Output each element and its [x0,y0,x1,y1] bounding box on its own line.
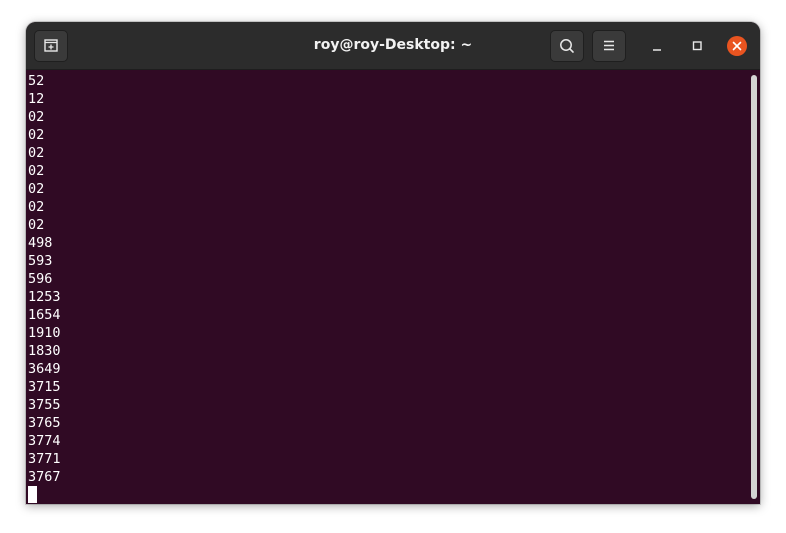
output-line: 596 [28,271,53,287]
output-line: 02 [28,127,45,143]
search-icon [560,39,574,53]
output-line: 02 [28,181,45,197]
title-bar[interactable]: roy@roy-Desktop: ~ [26,22,760,70]
new-tab-icon [44,39,58,52]
scrollbar-thumb[interactable] [751,75,757,499]
output-line: 1910 [28,325,61,341]
output-line: 3755 [28,397,61,413]
terminal-output: 52 12 02 02 02 02 02 02 02 498 593 596 1… [28,72,61,503]
output-line: 3765 [28,415,61,431]
output-line: 593 [28,253,53,269]
output-line: 3774 [28,433,61,449]
output-line: 02 [28,109,45,125]
menu-button[interactable] [592,30,626,62]
text-cursor [28,486,37,503]
output-line: 3771 [28,451,61,467]
hamburger-menu-icon [604,40,614,51]
new-tab-button[interactable] [34,30,68,62]
output-line: 52 [28,73,45,89]
maximize-button[interactable] [687,36,707,56]
output-line: 12 [28,91,45,107]
output-line: 1654 [28,307,61,323]
minimize-button[interactable] [647,36,667,56]
minimize-icon [653,49,661,51]
terminal-output-area[interactable]: 52 12 02 02 02 02 02 02 02 498 593 596 1… [26,70,750,504]
output-line: 1253 [28,289,61,305]
output-line: 3767 [28,469,61,485]
close-button[interactable] [727,36,747,56]
terminal-window: roy@roy-Desktop: ~ 52 12 02 02 02 02 02 … [26,22,760,504]
close-icon [732,41,742,51]
scrollbar[interactable] [749,70,760,504]
search-button[interactable] [550,30,584,62]
output-line: 498 [28,235,53,251]
maximize-icon [692,41,702,51]
output-line: 3649 [28,361,61,377]
output-line: 02 [28,145,45,161]
output-line: 02 [28,163,45,179]
output-line: 02 [28,199,45,215]
output-line: 3715 [28,379,61,395]
output-line: 02 [28,217,45,233]
output-line: 1830 [28,343,61,359]
